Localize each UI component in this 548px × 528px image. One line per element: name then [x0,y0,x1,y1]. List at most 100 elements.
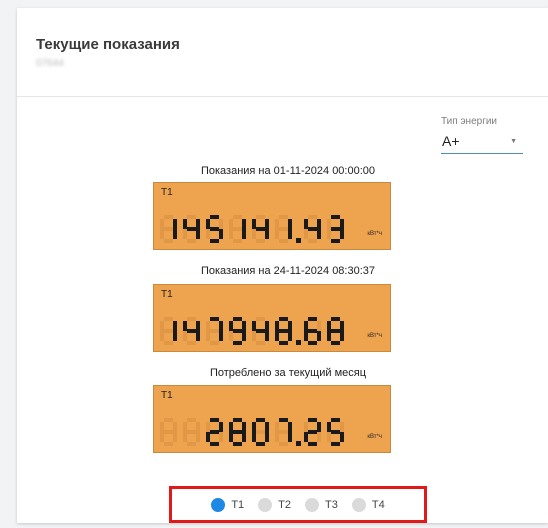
lcd-ghost-segment [187,239,196,243]
radio-dot-icon[interactable] [305,497,319,512]
lcd-digit-segment [210,227,219,231]
tariff-option-t1[interactable]: T1 [211,497,245,512]
lcd-digit-segment [229,321,233,331]
lcd-digit-segment [196,321,200,331]
lcd-ghost-segment [164,442,173,446]
lcd-ghost-segment [233,227,242,231]
lcd-digit-segment [340,432,344,442]
radio-dot-icon[interactable] [351,497,366,512]
lcd-ghost-segment [210,329,219,333]
page-title: Текущие показания [36,36,180,53]
lcd-digit-segment [210,317,219,321]
lcd-digit-segment [206,432,210,442]
lcd-digit-segment [265,321,269,331]
lcd-ghost-segment [275,422,279,432]
lcd-digit-segment [265,219,269,229]
lcd-display-current: T1 кВт*ч [153,284,391,352]
lcd-display-start: T1 кВт*ч [153,182,391,250]
lcd-digit-segment [256,329,265,333]
lcd-digit-segment [256,442,265,446]
lcd-digit-segment [233,430,242,434]
lcd-ghost-segment [317,321,321,331]
lcd-digit-segment [288,432,292,442]
lcd-digit-segment [308,341,317,345]
lcd-ghost-segment [206,422,210,432]
lcd-digit-segment [279,418,288,422]
lcd-digit-segment [340,219,344,229]
energy-type-select[interactable]: Тип энергии A+ ▼ [441,116,523,154]
lcd-digit-segment [275,331,279,341]
lcd-display-consumed: T1 кВт*ч [153,385,391,453]
lcd-ghost-segment [256,317,265,321]
lcd-digit-segment [265,229,269,239]
lcd-digit-segment [265,432,269,442]
lcd-ghost-segment [187,215,196,219]
lcd-digits [160,317,344,345]
lcd-digit-segment [242,219,246,229]
reading-label-consumed: Потреблено за текущий месяц [209,367,367,379]
lcd-digit-segment [304,321,308,331]
lcd-digit-segment [173,331,177,341]
lcd-unit-label: кВт*ч [367,434,382,440]
lcd-digit-segment [331,430,340,434]
lcd-digit-segment [256,227,265,231]
lcd-digit-segment [219,321,223,331]
tariff-label: T1 [231,498,245,511]
dropdown-caret-icon[interactable]: ▼ [510,138,517,145]
lcd-digit-segment [331,227,340,231]
lcd-ghost-segment [252,229,256,239]
lcd-ghost-segment [206,331,210,341]
lcd-digit-segment [327,321,331,331]
tariff-option-t4[interactable]: T4 [351,497,385,512]
lcd-ghost-segment [229,331,233,341]
lcd-digit-segment [229,432,233,442]
lcd-digit-segment [233,317,242,321]
lcd-digit-segment [210,215,219,219]
lcd-digit-segment [206,219,210,229]
reading-label-start: Показания на 01-11-2024 00:00:00 [200,165,376,177]
lcd-digit-segment [265,422,269,432]
lcd-digit-segment [256,418,265,422]
lcd-digit-segment [308,317,317,321]
lcd-ghost-segment [219,432,223,442]
lcd-digit-segment [187,329,196,333]
lcd-digit-segment [173,321,177,331]
lcd-digit-segment [173,229,177,239]
lcd-ghost-segment [219,219,223,229]
lcd-digit-segment [210,418,219,422]
lcd-digit-segment [304,219,308,229]
lcd-ghost-segment [187,430,196,434]
lcd-digit-segment [210,442,219,446]
lcd-ghost-segment [279,239,288,243]
lcd-ghost-segment [275,229,279,239]
lcd-digit-segment [219,331,223,341]
tariff-selector: T1 T2 T3 T4 [169,486,427,523]
tariff-option-t2[interactable]: T2 [258,497,291,512]
lcd-tariff-label: T1 [161,187,173,198]
meter-id-blurred: 07644 [36,58,64,69]
lcd-digit-segment [242,422,246,432]
lcd-ghost-segment [164,317,173,321]
lcd-digit-segment [233,442,242,446]
lcd-ghost-segment [173,422,177,432]
lcd-digit-segment [196,331,200,341]
lcd-digit-segment [288,422,292,432]
lcd-digit-segment [331,442,340,446]
radio-dot-icon[interactable] [258,497,273,512]
energy-type-dropdown[interactable]: A+ ▼ [441,131,523,154]
lcd-ghost-segment [210,341,219,345]
lcd-digit-segment [331,317,340,321]
lcd-ghost-segment [233,215,242,219]
lcd-digit-segment [304,331,308,341]
lcd-ghost-segment [183,229,187,239]
lcd-digits [160,418,344,446]
lcd-digit-segment [242,331,246,341]
lcd-digit-segment [317,229,321,239]
lcd-ghost-segment [206,229,210,239]
tariff-option-t3[interactable]: T3 [305,497,338,512]
lcd-ghost-segment [164,227,173,231]
lcd-ghost-segment [275,432,279,442]
lcd-digit-segment [327,422,331,432]
lcd-ghost-segment [279,430,288,434]
radio-dot-icon[interactable] [211,497,226,512]
